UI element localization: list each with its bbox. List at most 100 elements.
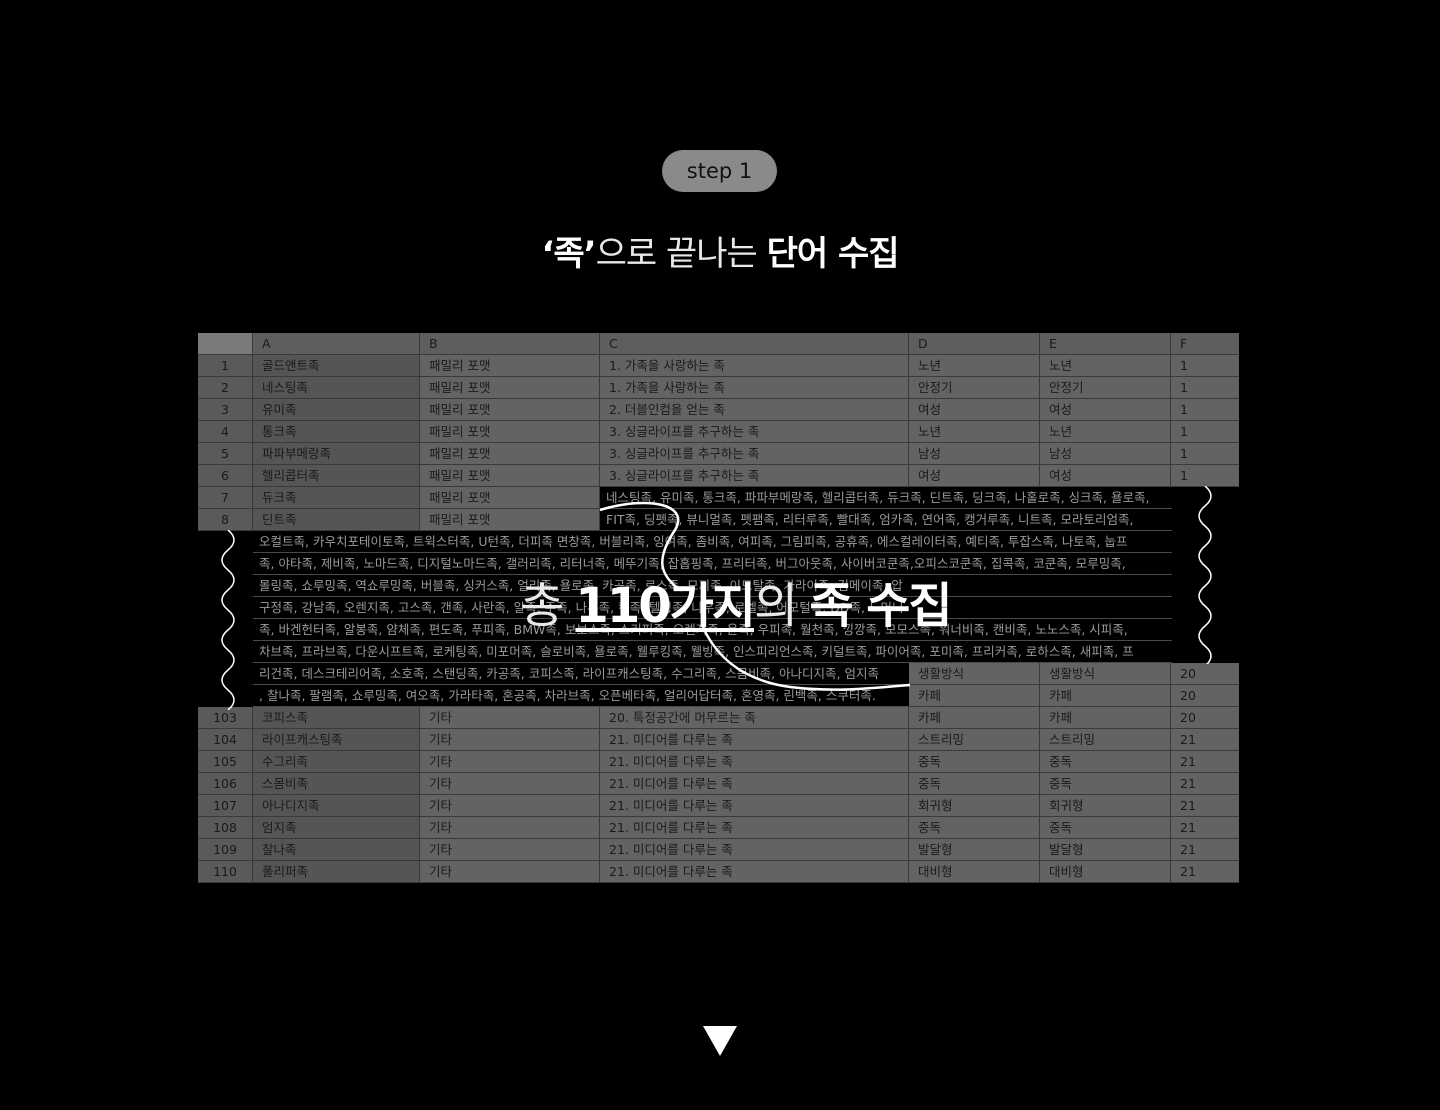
cell-a[interactable]: 딘트족 — [253, 509, 420, 531]
cell-a[interactable]: 엄지족 — [253, 817, 420, 839]
row-number[interactable]: 2 — [198, 377, 253, 399]
row-number[interactable]: 107 — [198, 795, 253, 817]
cell-b[interactable]: 패밀리 포맷 — [420, 377, 600, 399]
cell-a[interactable]: 코피스족 — [253, 707, 420, 729]
cell-e[interactable]: 생활방식 — [1040, 663, 1171, 685]
row-number[interactable]: 103 — [198, 707, 253, 729]
cell-e[interactable]: 회귀형 — [1040, 795, 1171, 817]
cell-d[interactable]: 노년 — [909, 421, 1040, 443]
cell-f[interactable]: 21 — [1171, 817, 1239, 839]
cell-f[interactable]: 1 — [1171, 465, 1239, 487]
cell-f[interactable]: 21 — [1171, 861, 1239, 883]
cell-c[interactable]: 3. 싱글라이프를 추구하는 족 — [600, 465, 909, 487]
row-number[interactable]: 8 — [198, 509, 253, 531]
cell-a[interactable]: 헬리콥터족 — [253, 465, 420, 487]
cell-d[interactable]: 중독 — [909, 751, 1040, 773]
cell-f[interactable]: 20 — [1171, 663, 1239, 685]
row-number[interactable]: 109 — [198, 839, 253, 861]
cell-e[interactable]: 여성 — [1040, 465, 1171, 487]
cell-d[interactable]: 노년 — [909, 355, 1040, 377]
cell-c[interactable]: 3. 싱글라이프를 추구하는 족 — [600, 443, 909, 465]
cell-e[interactable]: 카페 — [1040, 685, 1171, 707]
corner-cell[interactable] — [198, 333, 253, 355]
cell-e[interactable]: 중독 — [1040, 817, 1171, 839]
row-number[interactable]: 108 — [198, 817, 253, 839]
cell-c[interactable]: 21. 미디어를 다루는 족 — [600, 795, 909, 817]
cell-d[interactable]: 남성 — [909, 443, 1040, 465]
cell-b[interactable]: 기타 — [420, 795, 600, 817]
cell-c[interactable]: 1. 가족을 사랑하는 족 — [600, 377, 909, 399]
cell-d[interactable]: 생활방식 — [909, 663, 1040, 685]
column-header-c[interactable]: C — [600, 333, 909, 355]
cell-b[interactable]: 기타 — [420, 729, 600, 751]
row-number[interactable]: 7 — [198, 487, 253, 509]
cell-d[interactable]: 중독 — [909, 817, 1040, 839]
cell-e[interactable]: 여성 — [1040, 399, 1171, 421]
cell-b[interactable]: 패밀리 포맷 — [420, 399, 600, 421]
cell-c[interactable]: 20. 특정공간에 머무르는 족 — [600, 707, 909, 729]
cell-b[interactable]: 패밀리 포맷 — [420, 487, 600, 509]
cell-e[interactable]: 노년 — [1040, 421, 1171, 443]
cell-b[interactable]: 기타 — [420, 817, 600, 839]
row-number[interactable]: 110 — [198, 861, 253, 883]
cell-c[interactable]: 3. 싱글라이프를 추구하는 족 — [600, 421, 909, 443]
cell-c[interactable]: 21. 미디어를 다루는 족 — [600, 773, 909, 795]
column-header-d[interactable]: D — [909, 333, 1040, 355]
cell-d[interactable]: 안정기 — [909, 377, 1040, 399]
cell-a[interactable]: 통크족 — [253, 421, 420, 443]
cell-a[interactable]: 듀크족 — [253, 487, 420, 509]
cell-a[interactable]: 폴리퍼족 — [253, 861, 420, 883]
cell-f[interactable]: 1 — [1171, 399, 1239, 421]
cell-a[interactable]: 유미족 — [253, 399, 420, 421]
cell-d[interactable]: 카페 — [909, 685, 1040, 707]
cell-b[interactable]: 기타 — [420, 707, 600, 729]
cell-f[interactable]: 1 — [1171, 421, 1239, 443]
cell-a[interactable]: 아나디지족 — [253, 795, 420, 817]
row-number[interactable]: 104 — [198, 729, 253, 751]
cell-f[interactable]: 1 — [1171, 355, 1239, 377]
cell-e[interactable]: 카페 — [1040, 707, 1171, 729]
cell-b[interactable]: 패밀리 포맷 — [420, 509, 600, 531]
cell-c[interactable]: 21. 미디어를 다루는 족 — [600, 817, 909, 839]
cell-d[interactable]: 스트리밍 — [909, 729, 1040, 751]
cell-b[interactable]: 기타 — [420, 839, 600, 861]
cell-b[interactable]: 패밀리 포맷 — [420, 421, 600, 443]
row-number[interactable]: 106 — [198, 773, 253, 795]
cell-b[interactable]: 기타 — [420, 751, 600, 773]
column-header-f[interactable]: F — [1171, 333, 1239, 355]
cell-d[interactable]: 여성 — [909, 465, 1040, 487]
cell-e[interactable]: 중독 — [1040, 773, 1171, 795]
cell-d[interactable]: 중독 — [909, 773, 1040, 795]
cell-e[interactable]: 안정기 — [1040, 377, 1171, 399]
cell-f[interactable]: 21 — [1171, 751, 1239, 773]
cell-e[interactable]: 발달형 — [1040, 839, 1171, 861]
row-number[interactable]: 6 — [198, 465, 253, 487]
cell-f[interactable]: 1 — [1171, 443, 1239, 465]
cell-d[interactable]: 대비형 — [909, 861, 1040, 883]
cell-e[interactable]: 대비형 — [1040, 861, 1171, 883]
cell-b[interactable]: 기타 — [420, 861, 600, 883]
column-header-e[interactable]: E — [1040, 333, 1171, 355]
row-number[interactable]: 3 — [198, 399, 253, 421]
cell-c[interactable]: 21. 미디어를 다루는 족 — [600, 839, 909, 861]
cell-f[interactable]: 20 — [1171, 707, 1239, 729]
cell-b[interactable]: 패밀리 포맷 — [420, 355, 600, 377]
row-number[interactable]: 5 — [198, 443, 253, 465]
column-header-a[interactable]: A — [253, 333, 420, 355]
cell-a[interactable]: 찰나족 — [253, 839, 420, 861]
cell-b[interactable]: 패밀리 포맷 — [420, 443, 600, 465]
cell-d[interactable]: 여성 — [909, 399, 1040, 421]
cell-a[interactable]: 파파부메랑족 — [253, 443, 420, 465]
cell-f[interactable]: 1 — [1171, 377, 1239, 399]
cell-f[interactable]: 21 — [1171, 773, 1239, 795]
cell-f[interactable]: 21 — [1171, 795, 1239, 817]
cell-c[interactable]: 21. 미디어를 다루는 족 — [600, 861, 909, 883]
cell-e[interactable]: 노년 — [1040, 355, 1171, 377]
cell-f[interactable]: 21 — [1171, 839, 1239, 861]
cell-a[interactable]: 네스팅족 — [253, 377, 420, 399]
cell-f[interactable]: 20 — [1171, 685, 1239, 707]
cell-c[interactable]: 21. 미디어를 다루는 족 — [600, 729, 909, 751]
row-number[interactable]: 4 — [198, 421, 253, 443]
cell-e[interactable]: 중독 — [1040, 751, 1171, 773]
cell-a[interactable]: 스몸비족 — [253, 773, 420, 795]
